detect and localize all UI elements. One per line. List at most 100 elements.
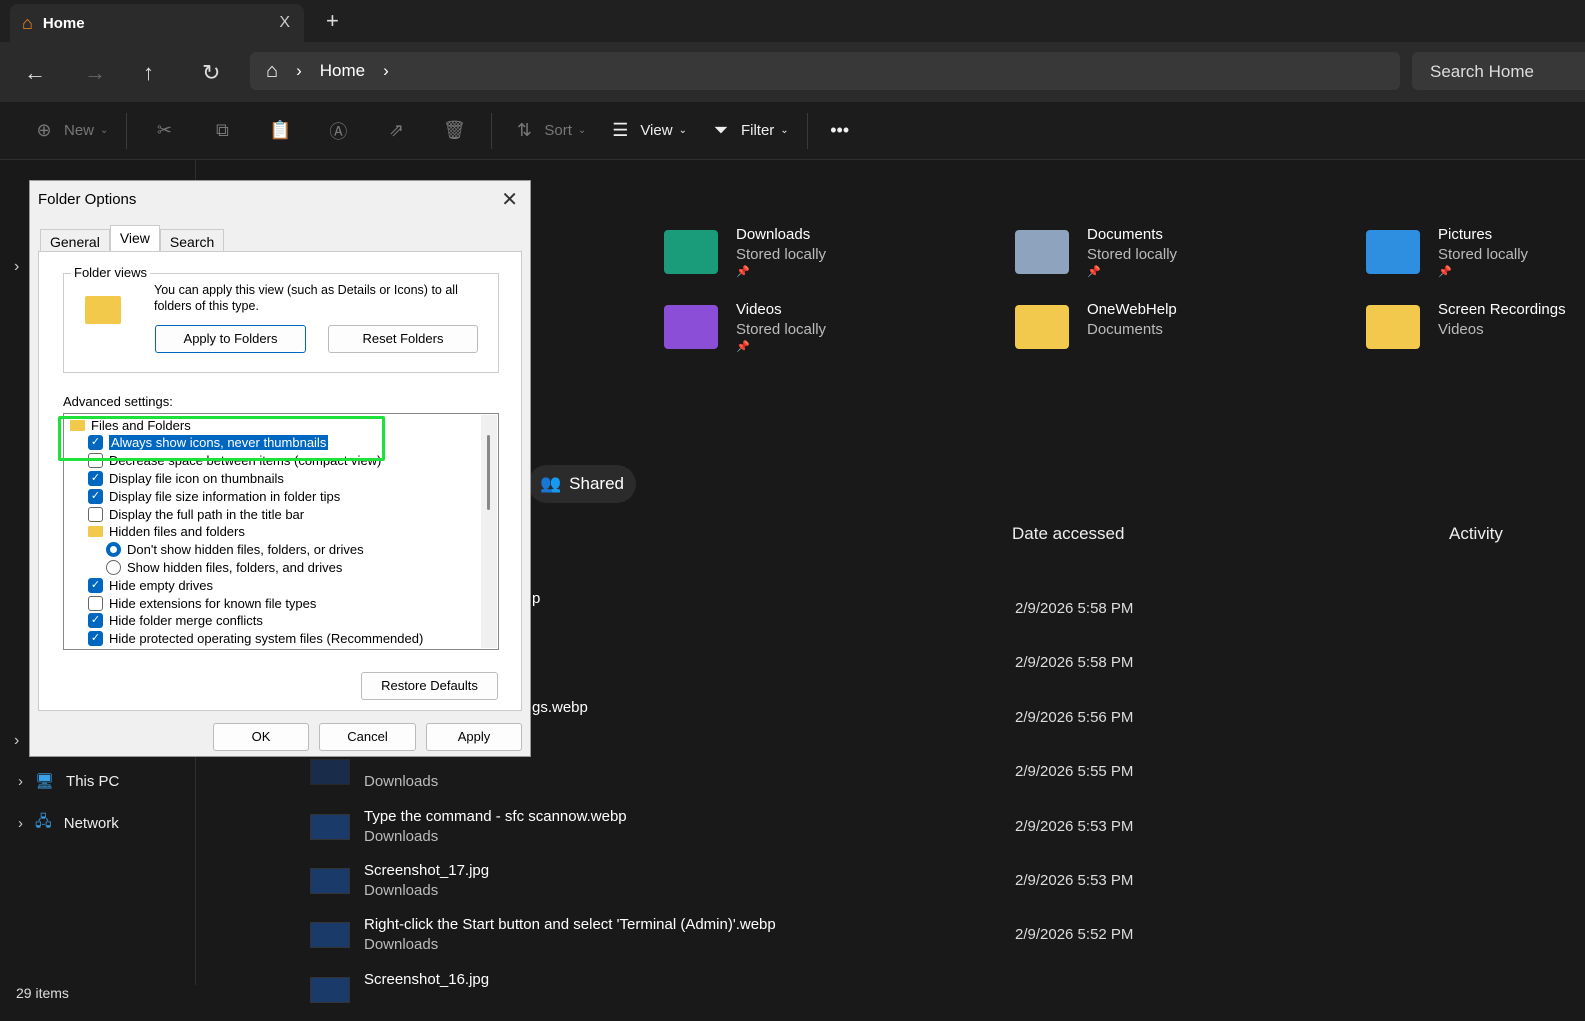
pin-icon: 📌 — [736, 341, 750, 353]
folder-name: OneWebHelp — [1087, 301, 1177, 318]
setting-label: Display file icon on thumbnails — [109, 470, 284, 486]
file-location: Downloads — [364, 882, 439, 899]
checkbox[interactable] — [88, 595, 103, 611]
column-date-accessed[interactable]: Date accessed — [1012, 524, 1124, 544]
setting-item[interactable]: Hidden files and folders — [88, 523, 245, 541]
column-activity[interactable]: Activity — [1449, 524, 1503, 544]
setting-label: Display the full path in the title bar — [109, 506, 305, 522]
checkbox[interactable]: ✓ — [88, 613, 103, 629]
toolbar-button-sort[interactable]: ⇅ Sort ⌄ — [500, 113, 596, 149]
setting-item[interactable]: ✓ Hide folder merge conflicts — [88, 612, 263, 630]
folder-icon — [1366, 305, 1420, 349]
chevron-right-icon: › — [18, 772, 23, 790]
breadcrumb-home[interactable]: Home — [320, 61, 365, 81]
quick-access-onewebhelp[interactable]: OneWebHelp Documents — [1015, 301, 1177, 349]
setting-item[interactable]: ✓ — [88, 647, 109, 649]
toolbar-button-rename[interactable]: Ⓐ — [309, 113, 367, 149]
apply-button[interactable]: Apply — [426, 723, 522, 751]
back-button[interactable]: ← — [24, 60, 46, 86]
new-tab-button[interactable]: + — [326, 8, 339, 34]
file-thumbnail — [310, 868, 350, 894]
checkbox[interactable]: ✓ — [88, 631, 103, 647]
setting-item[interactable]: ✓ Display file icon on thumbnails — [88, 469, 284, 487]
search-input[interactable]: Search Home — [1412, 52, 1585, 90]
file-row[interactable]: Type the command - sfc scannow.webp Downl… — [308, 808, 1568, 858]
file-row[interactable]: Screenshot_17.jpg Downloads 2/9/2026 5:53 … — [308, 862, 1568, 912]
file-name: Type the command - sfc scannow.webp — [364, 807, 627, 825]
folder-icon — [664, 230, 718, 274]
file-date: 2/9/2026 5:53 PM — [1015, 872, 1134, 889]
toolbar-button-filter[interactable]: ⏷ Filter ⌄ — [697, 113, 799, 149]
quick-access-videos[interactable]: Videos Stored locally 📌 — [664, 301, 826, 353]
toolbar-button-paste[interactable]: 📋 — [251, 113, 309, 149]
shared-tab[interactable]: 👥 Shared — [528, 465, 636, 503]
toolbar-button-share[interactable]: ⇗ — [367, 113, 425, 149]
checkbox[interactable] — [88, 506, 103, 522]
file-location: Downloads — [364, 827, 439, 845]
file-name: Screenshot_16.jpg — [364, 970, 490, 988]
file-row[interactable]: Right-click the Start button and select … — [308, 916, 1568, 966]
sidebar-item-this-pc[interactable]: › 🖥 This PC — [18, 772, 119, 791]
restore-defaults-button[interactable]: Restore Defaults — [361, 672, 498, 700]
chevron-down-icon: ⌄ — [678, 125, 687, 136]
apply-to-folders-button[interactable]: Apply to Folders — [155, 325, 306, 353]
refresh-button[interactable]: ↻ — [202, 60, 220, 86]
quick-access-downloads[interactable]: Downloads Stored locally 📌 — [664, 226, 826, 278]
toolbar-button-delete[interactable]: 🗑 — [425, 113, 483, 149]
computer-icon: 🖥 — [35, 773, 55, 790]
up-button[interactable]: ↑ — [143, 60, 154, 86]
chevron-right-icon[interactable]: › — [14, 258, 19, 276]
toolbar-button-view[interactable]: ☰ View ⌄ — [596, 113, 697, 149]
cancel-button[interactable]: Cancel — [319, 723, 416, 751]
home-icon: ⌂ — [22, 12, 33, 33]
tab-view[interactable]: View — [109, 225, 160, 254]
checkbox[interactable]: ✓ — [88, 488, 103, 504]
chevron-right-icon: › — [296, 61, 302, 80]
file-row[interactable]: Screenshot_16.jpg — [308, 971, 1568, 1021]
setting-item[interactable]: Show hidden files, folders, and drives — [106, 558, 342, 576]
pin-icon: 📌 — [736, 266, 750, 278]
scrollbar[interactable] — [481, 415, 497, 648]
folder-views-label: Folder views — [71, 265, 150, 280]
radio-button[interactable] — [106, 559, 121, 575]
setting-item[interactable]: Hide extensions for known file types — [88, 594, 316, 612]
view-tab-panel: Folder views You can apply this view (su… — [38, 251, 522, 711]
setting-item[interactable]: Display the full path in the title bar — [88, 505, 304, 523]
forward-button[interactable]: → — [84, 60, 106, 86]
tab-home[interactable]: ⌂ Home X — [10, 4, 304, 42]
checkbox[interactable]: ✓ — [88, 648, 103, 649]
file-location: Downloads — [364, 936, 439, 954]
chevron-right-icon[interactable]: › — [14, 732, 19, 750]
toolbar-button-cut[interactable]: ✂ — [135, 113, 193, 149]
file-name: Right-click the Start button and select … — [364, 916, 776, 934]
setting-label: Don't show hidden files, folders, or dri… — [127, 542, 364, 558]
file-thumbnail — [310, 759, 350, 786]
reset-folders-button[interactable]: Reset Folders — [328, 325, 478, 353]
checkbox[interactable]: ✓ — [88, 577, 103, 593]
quick-access-documents[interactable]: Documents Stored locally 📌 — [1015, 226, 1177, 278]
chevron-right-icon: › — [18, 815, 23, 832]
toolbar-button-new[interactable]: ⊕ New ⌄ — [20, 113, 118, 149]
folder-name: Videos — [736, 301, 782, 318]
file-name: gs.webp — [532, 698, 588, 716]
setting-item[interactable]: ✓ Hide protected operating system files (… — [88, 630, 423, 648]
quick-access-screen-recordings[interactable]: Screen Recordings Videos — [1366, 301, 1566, 349]
ok-button[interactable]: OK — [213, 723, 309, 751]
close-icon[interactable]: ✕ — [501, 187, 518, 212]
address-bar[interactable]: ⌂ › Home › — [250, 52, 1400, 90]
folder-views-text: You can apply this view (such as Details… — [154, 283, 458, 313]
folder-name: Documents — [1087, 226, 1163, 243]
checkbox[interactable]: ✓ — [88, 470, 103, 486]
file-row[interactable]: Downloads 2/9/2026 5:55 PM — [308, 753, 1568, 803]
sidebar-item-network[interactable]: › 🖧 Network — [18, 811, 119, 836]
folder-icon — [1015, 305, 1069, 349]
radio-button[interactable] — [106, 542, 121, 558]
toolbar-button-more[interactable]: ••• — [816, 113, 864, 149]
setting-item[interactable]: ✓ Display file size information in folder… — [88, 487, 340, 505]
setting-item[interactable]: ✓ Hide empty drives — [88, 576, 213, 594]
quick-access-pictures[interactable]: Pictures Stored locally 📌 — [1366, 226, 1528, 278]
toolbar-button-copy[interactable]: ⧉ — [193, 113, 251, 149]
setting-item[interactable]: Don't show hidden files, folders, or dri… — [106, 541, 364, 559]
folder-location: Stored locally — [736, 321, 827, 338]
close-tab-button[interactable]: X — [279, 14, 290, 32]
